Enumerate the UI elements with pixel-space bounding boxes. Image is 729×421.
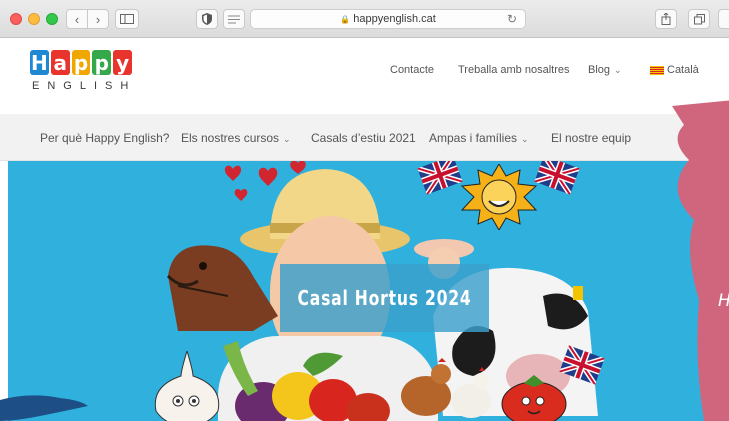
- main-navigation: Per què Happy English? Els nostres curso…: [0, 114, 729, 161]
- reader-view-button[interactable]: [223, 9, 245, 29]
- browser-toolbar: ‹ › 🔒 happyenglish.cat ↻: [0, 0, 729, 38]
- minimize-window-button[interactable]: [28, 13, 40, 25]
- hero-title-box[interactable]: Casal Hortus 2024: [280, 264, 489, 332]
- nav-item-label: Casals d’estiu 2021: [311, 131, 416, 145]
- sidebar-icon: [120, 14, 134, 24]
- hero-banner[interactable]: Casal Hortus 2024: [8, 161, 729, 421]
- nav-item-label: Ampas i famílies: [429, 131, 518, 145]
- blue-brushstroke-decoration: [0, 395, 88, 421]
- lock-icon: 🔒: [340, 15, 351, 24]
- nav-item-per-que[interactable]: Per què Happy English?: [40, 131, 169, 145]
- horse-illustration: [166, 245, 278, 331]
- uk-flag-icon: [417, 161, 463, 195]
- sun-illustration: [460, 164, 538, 230]
- logo-letter: p: [71, 50, 91, 75]
- reader-icon: [228, 15, 240, 23]
- nav-item-cursos[interactable]: Els nostres cursos ⌄: [181, 131, 291, 145]
- tab-overview-button[interactable]: [688, 9, 710, 29]
- nav-item-equip[interactable]: El nostre equip: [551, 131, 631, 145]
- language-label: Català: [667, 64, 699, 76]
- forward-button[interactable]: ›: [87, 9, 109, 29]
- pink-brushstroke-decoration: [672, 100, 729, 421]
- nav-item-ampas[interactable]: Ampas i famílies ⌄: [429, 131, 529, 145]
- chevron-right-icon: ›: [95, 11, 101, 27]
- back-button[interactable]: ‹: [66, 9, 88, 29]
- onion-illustration: [154, 351, 220, 421]
- share-icon: [661, 13, 671, 25]
- nav-item-label: El nostre equip: [551, 131, 632, 145]
- page-gutter: [0, 161, 8, 421]
- logo-letter: H: [30, 50, 49, 75]
- nav-link-treballa[interactable]: Treballa amb nosaltres: [458, 64, 569, 76]
- language-selector[interactable]: Català: [650, 64, 699, 76]
- logo-letter: y: [113, 50, 132, 75]
- address-bar[interactable]: 🔒 happyenglish.cat ↻: [250, 9, 526, 29]
- happy-english-logo[interactable]: H a p p y ENGLISH: [30, 50, 132, 102]
- share-button[interactable]: [655, 9, 677, 29]
- logo-letter: p: [92, 50, 112, 75]
- catalan-flag-icon: [650, 65, 664, 75]
- chickens-illustration: [401, 358, 491, 418]
- tomato-illustration: [501, 375, 567, 421]
- blog-label: Blog: [588, 64, 611, 76]
- logo-letter: a: [50, 50, 70, 75]
- nav-item-label: Per què Happy English?: [40, 131, 170, 145]
- chevron-down-icon: ⌄: [614, 65, 622, 75]
- hero-title: Casal Hortus 2024: [297, 286, 472, 310]
- nav-item-casals[interactable]: Casals d’estiu 2021: [311, 131, 416, 145]
- fullscreen-window-button[interactable]: [46, 13, 58, 25]
- shield-icon: [202, 13, 212, 25]
- privacy-shield-button[interactable]: [196, 9, 218, 29]
- close-window-button[interactable]: [10, 13, 22, 25]
- uk-flag-icon: [534, 161, 580, 195]
- chevron-down-icon: ⌄: [521, 134, 529, 144]
- nav-link-blog[interactable]: Blog ⌄: [588, 64, 622, 76]
- url-text: happyenglish.cat: [353, 13, 436, 25]
- chevron-down-icon: ⌄: [283, 134, 291, 144]
- nav-link-contacte[interactable]: Contacte: [390, 64, 434, 76]
- chevron-left-icon: ‹: [74, 11, 80, 27]
- logo-subtitle: ENGLISH: [32, 80, 137, 92]
- new-tab-button[interactable]: [718, 9, 729, 29]
- logo-letters: H a p p y: [30, 50, 132, 75]
- nav-item-label: Els nostres cursos: [181, 131, 280, 145]
- sidebar-toggle-button[interactable]: [115, 9, 139, 29]
- tabs-icon: [693, 13, 705, 24]
- side-banner-letter: H: [718, 291, 729, 311]
- vegetables-illustration: [223, 341, 390, 421]
- reload-icon[interactable]: ↻: [507, 12, 517, 26]
